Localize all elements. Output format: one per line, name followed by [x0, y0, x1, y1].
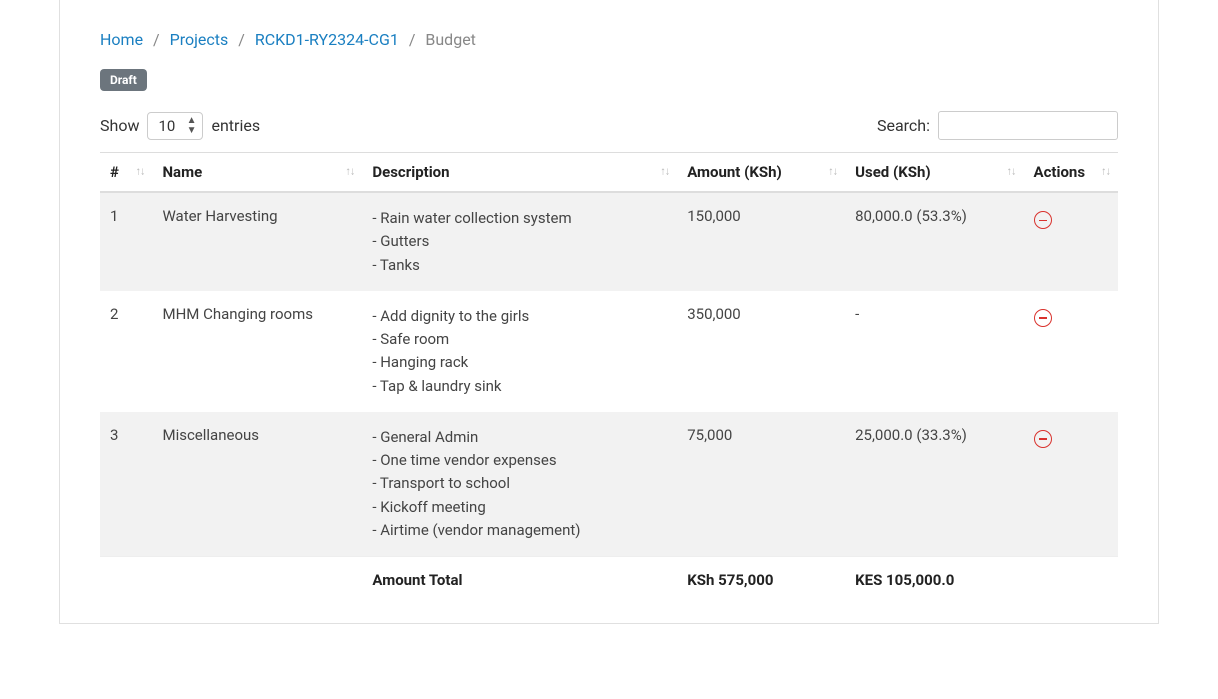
cell-amount: 350,000: [677, 291, 845, 412]
page-length-value: 10: [158, 117, 175, 135]
cell-name: Miscellaneous: [152, 412, 362, 557]
column-header-description[interactable]: Description ↑↓: [362, 153, 677, 193]
cell-amount: 75,000: [677, 412, 845, 557]
search-label: Search:: [877, 116, 930, 135]
breadcrumb: Home / Projects / RCKD1-RY2324-CG1 / Bud…: [100, 30, 1118, 49]
column-header-used[interactable]: Used (KSh) ↑↓: [845, 153, 1023, 193]
column-label: Description: [372, 163, 449, 181]
footer-label: Amount Total: [362, 557, 677, 604]
breadcrumb-home[interactable]: Home: [100, 30, 143, 49]
cell-used: -: [845, 291, 1023, 412]
sort-icon: ↑↓: [1101, 169, 1110, 176]
cell-actions: [1024, 192, 1118, 291]
breadcrumb-projects[interactable]: Projects: [170, 30, 229, 49]
breadcrumb-separator: /: [409, 30, 416, 49]
breadcrumb-separator: /: [153, 30, 160, 49]
breadcrumb-project-code[interactable]: RCKD1-RY2324-CG1: [255, 30, 399, 49]
column-label: Used (KSh): [855, 163, 931, 181]
column-label: #: [110, 163, 119, 181]
table-row: 2MHM Changing rooms- Add dignity to the …: [100, 291, 1118, 412]
cell-number: 3: [100, 412, 152, 557]
cell-name: MHM Changing rooms: [152, 291, 362, 412]
cell-used: 80,000.0 (53.3%): [845, 192, 1023, 291]
remove-icon[interactable]: [1034, 309, 1052, 327]
column-header-number[interactable]: # ↑↓: [100, 153, 152, 193]
footer-amount-total: KSh 575,000: [677, 557, 845, 604]
remove-icon[interactable]: [1034, 211, 1052, 229]
footer-used-total: KES 105,000.0: [845, 557, 1023, 604]
column-header-name[interactable]: Name ↑↓: [152, 153, 362, 193]
page-length-select[interactable]: 10 ▲▼: [147, 112, 203, 140]
sort-icon: ↑↓: [345, 169, 354, 176]
cell-used: 25,000.0 (33.3%): [845, 412, 1023, 557]
cell-description: - General Admin- One time vendor expense…: [362, 412, 677, 557]
show-label: Show: [100, 116, 139, 135]
sort-icon: ↑↓: [660, 169, 669, 176]
column-header-amount[interactable]: Amount (KSh) ↑↓: [677, 153, 845, 193]
entries-label: entries: [211, 116, 260, 135]
sort-icon: ↑↓: [828, 169, 837, 176]
cell-description: - Rain water collection system- Gutters-…: [362, 192, 677, 291]
cell-actions: [1024, 291, 1118, 412]
cell-number: 1: [100, 192, 152, 291]
table-footer-row: Amount Total KSh 575,000 KES 105,000.0: [100, 557, 1118, 604]
cell-name: Water Harvesting: [152, 192, 362, 291]
breadcrumb-separator: /: [238, 30, 245, 49]
remove-icon[interactable]: [1034, 430, 1052, 448]
select-caret-icon: ▲▼: [187, 116, 197, 136]
cell-number: 2: [100, 291, 152, 412]
status-badge: Draft: [100, 69, 147, 91]
cell-description: - Add dignity to the girls- Safe room- H…: [362, 291, 677, 412]
column-header-actions[interactable]: Actions ↑↓: [1024, 153, 1118, 193]
page-length-control: Show 10 ▲▼ entries: [100, 112, 260, 140]
budget-table: # ↑↓ Name ↑↓ Description ↑↓ Amount (KSh)…: [100, 152, 1118, 603]
sort-icon: ↑↓: [1007, 169, 1016, 176]
column-label: Actions: [1034, 163, 1086, 181]
breadcrumb-current: Budget: [425, 30, 476, 49]
column-label: Amount (KSh): [687, 163, 782, 181]
search-input[interactable]: [938, 111, 1118, 140]
table-row: 1Water Harvesting- Rain water collection…: [100, 192, 1118, 291]
column-label: Name: [162, 163, 202, 181]
search-control: Search:: [877, 111, 1118, 140]
cell-amount: 150,000: [677, 192, 845, 291]
sort-icon: ↑↓: [135, 169, 144, 176]
cell-actions: [1024, 412, 1118, 557]
table-row: 3Miscellaneous- General Admin- One time …: [100, 412, 1118, 557]
